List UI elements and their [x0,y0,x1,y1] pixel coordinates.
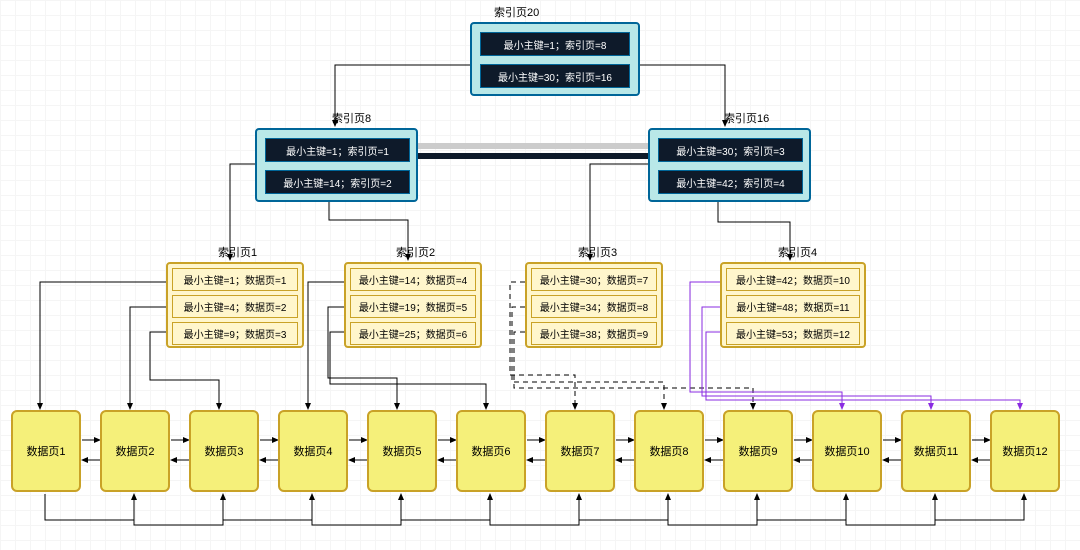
leaf-index-0: 最小主键=1；数据页=1 最小主键=4；数据页=2 最小主键=9；数据页=3 [166,262,304,348]
data-page-8: 数据页8 [634,410,704,492]
leafidx2-row0: 最小主键=30；数据页=7 [531,268,657,291]
leaf-index-2: 最小主键=30；数据页=7 最小主键=34；数据页=8 最小主键=38；数据页=… [525,262,663,348]
diagram-canvas: 索引页20 最小主键=1；索引页=8 最小主键=30；索引页=16 索引页8 最… [0,0,1080,550]
leafidx2-row1: 最小主键=34；数据页=8 [531,295,657,318]
data-page-10: 数据页10 [812,410,882,492]
data-page-9: 数据页9 [723,410,793,492]
data-page-5: 数据页5 [367,410,437,492]
leaf-index-1: 最小主键=14；数据页=4 最小主键=19；数据页=5 最小主键=25；数据页=… [344,262,482,348]
mid0-entry-1: 最小主键=14；索引页=2 [265,170,410,194]
leafidx-label-1: 索引页2 [396,244,435,260]
data-page-6: 数据页6 [456,410,526,492]
leafidx1-row2: 最小主键=25；数据页=6 [350,322,476,345]
mid-index-0: 最小主键=1；索引页=1 最小主键=14；索引页=2 [255,128,418,202]
leafidx3-row2: 最小主键=53；数据页=12 [726,322,860,345]
data-page-1: 数据页1 [11,410,81,492]
leafidx0-row2: 最小主键=9；数据页=3 [172,322,298,345]
leafidx1-row0: 最小主键=14；数据页=4 [350,268,476,291]
leafidx-label-3: 索引页4 [778,244,817,260]
root-entry-1: 最小主键=30；索引页=16 [480,64,630,88]
mid-label-1: 索引页16 [724,110,769,126]
leafidx-label-2: 索引页3 [578,244,617,260]
leafidx3-row0: 最小主键=42；数据页=10 [726,268,860,291]
leafidx0-row1: 最小主键=4；数据页=2 [172,295,298,318]
data-page-2: 数据页2 [100,410,170,492]
root-label: 索引页20 [494,4,539,20]
data-page-3: 数据页3 [189,410,259,492]
leaf-index-3: 最小主键=42；数据页=10 最小主键=48；数据页=11 最小主键=53；数据… [720,262,866,348]
mid1-entry-0: 最小主键=30；索引页=3 [658,138,803,162]
mid0-entry-0: 最小主键=1；索引页=1 [265,138,410,162]
leafidx-label-0: 索引页1 [218,244,257,260]
leafidx0-row0: 最小主键=1；数据页=1 [172,268,298,291]
data-page-11: 数据页11 [901,410,971,492]
leafidx3-row1: 最小主键=48；数据页=11 [726,295,860,318]
data-page-4: 数据页4 [278,410,348,492]
data-page-12: 数据页12 [990,410,1060,492]
mid1-entry-1: 最小主键=42；索引页=4 [658,170,803,194]
mid-label-0: 索引页8 [332,110,371,126]
data-page-7: 数据页7 [545,410,615,492]
leafidx2-row2: 最小主键=38；数据页=9 [531,322,657,345]
mid-index-1: 最小主键=30；索引页=3 最小主键=42；索引页=4 [648,128,811,202]
root-index-page: 最小主键=1；索引页=8 最小主键=30；索引页=16 [470,22,640,96]
root-entry-0: 最小主键=1；索引页=8 [480,32,630,56]
leafidx1-row1: 最小主键=19；数据页=5 [350,295,476,318]
